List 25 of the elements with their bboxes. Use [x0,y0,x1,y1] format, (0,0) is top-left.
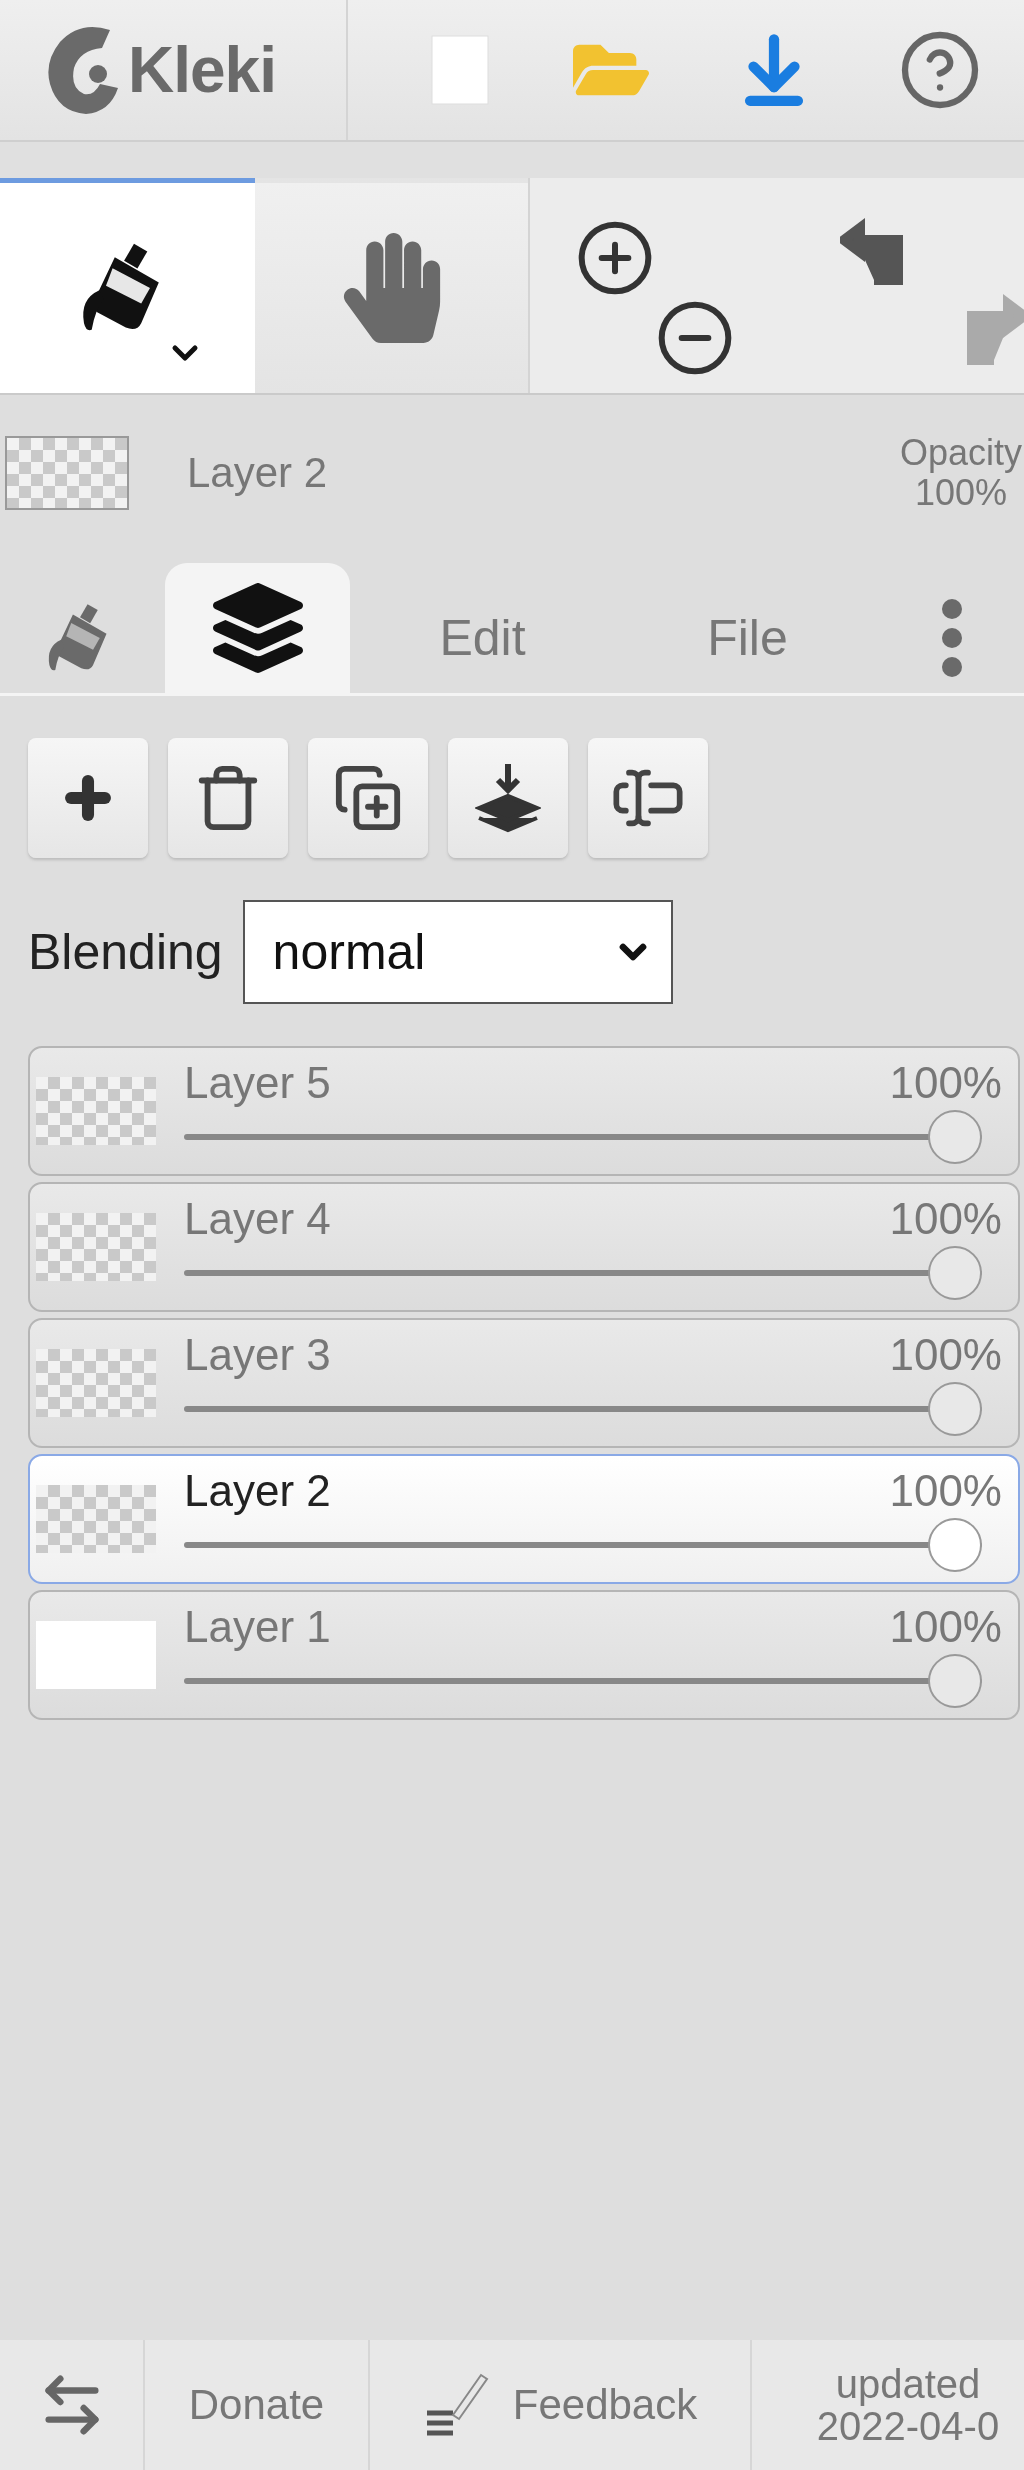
updated-label: updated [835,2363,981,2405]
layer-opacity: 100% [889,1194,1002,1244]
layer-name: Layer 1 [184,1602,331,1652]
opacity-label: Opacity [899,432,1022,473]
layer-name: Layer 4 [184,1194,331,1244]
logo-text: Kleki [128,33,276,107]
layer-item[interactable]: Layer 4 100% [28,1182,1020,1312]
menu-tab[interactable]: Edit [350,583,615,693]
layer-item[interactable]: Layer 5 100% [28,1046,1020,1176]
layer-opacity: 100% [889,1602,1002,1652]
layer-name: Layer 5 [184,1058,331,1108]
current-layer-name: Layer 2 [187,448,329,497]
layer-name: Layer 2 [184,1466,331,1516]
opacity-value: 100% [914,472,1007,513]
layer-opacity: 100% [889,1058,1002,1108]
layer-item[interactable]: Layer 2 100% [28,1454,1020,1584]
layer-opacity: 100% [889,1330,1002,1380]
layer-item[interactable]: Layer 1 100% [28,1590,1020,1720]
blending-select[interactable]: normal [242,900,673,1004]
updated-date: 2022-04-0 [816,2405,1000,2447]
blending-label: Blending [28,923,223,981]
menu-tab[interactable]: File [615,583,880,693]
layer-opacity: 100% [889,1466,1002,1516]
layer-name: Layer 3 [184,1330,331,1380]
layer-item[interactable]: Layer 3 100% [28,1318,1020,1448]
